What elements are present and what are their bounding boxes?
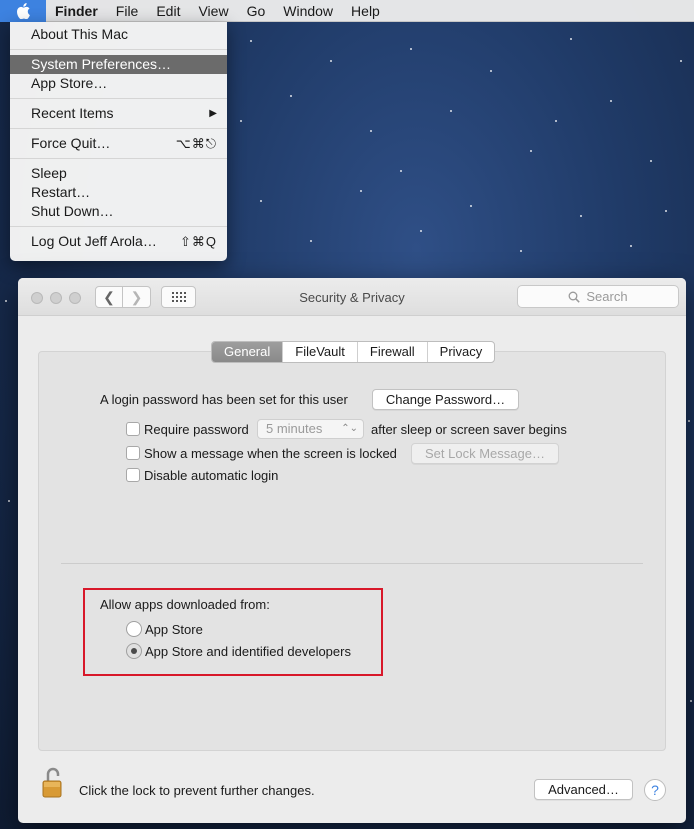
menu-bar: Finder File Edit View Go Window Help [0,0,694,22]
menu-item-sleep[interactable]: Sleep [10,164,227,183]
search-field[interactable]: Search [517,285,679,308]
menu-item-label: Log Out Jeff Arola… [31,233,157,249]
menu-file[interactable]: File [107,0,148,22]
search-icon [568,291,581,303]
menu-go[interactable]: Go [238,0,275,22]
set-lock-message-button[interactable]: Set Lock Message… [411,443,559,464]
menu-item-log-out[interactable]: Log Out Jeff Arola… ⇧⌘Q [10,232,227,251]
disable-auto-login-checkbox[interactable] [126,468,140,482]
menu-item-label: App Store… [31,75,108,91]
show-message-checkbox[interactable] [126,446,140,460]
require-password-label: Require password [144,422,249,437]
menu-item-restart[interactable]: Restart… [10,183,227,202]
menu-help[interactable]: Help [342,0,389,22]
apple-dropdown-menu: About This Mac System Preferences… App S… [10,22,227,261]
lock-status-text: Click the lock to prevent further change… [79,783,315,798]
menu-edit[interactable]: Edit [147,0,189,22]
tab-privacy[interactable]: Privacy [426,342,495,362]
submenu-arrow-icon: ▶ [209,108,217,119]
apple-menu-button[interactable] [0,0,46,22]
shortcut-label: ⇧⌘Q [179,234,217,249]
menu-item-label: Shut Down… [31,203,114,219]
app-store-radio-label: App Store [145,622,203,637]
menu-separator [10,158,227,159]
menu-view[interactable]: View [189,0,237,22]
change-password-button[interactable]: Change Password… [372,389,519,410]
app-store-radio[interactable] [126,621,142,637]
menu-item-recent-items[interactable]: Recent Items ▶ [10,104,227,123]
stepper-arrows-icon: ⌃⌄ [341,423,358,434]
tab-bar: General FileVault Firewall Privacy [211,341,496,363]
menu-item-system-preferences[interactable]: System Preferences… [10,55,227,74]
menu-item-label: Recent Items [31,105,114,121]
tab-general[interactable]: General [212,342,283,362]
allow-apps-label: Allow apps downloaded from: [100,597,270,612]
menu-item-about[interactable]: About This Mac [10,25,227,44]
menu-window[interactable]: Window [274,0,342,22]
require-password-checkbox[interactable] [126,422,140,436]
apple-icon [16,2,30,19]
menu-separator [10,226,227,227]
menu-item-shut-down[interactable]: Shut Down… [10,202,227,221]
require-password-delay-select[interactable]: 5 minutes ⌃⌄ [257,419,364,439]
shortcut-label: ⌥⌘⎋ [175,136,217,151]
menu-separator [10,49,227,50]
select-value: 5 minutes [266,421,323,436]
menu-item-label: Force Quit… [31,135,111,151]
section-divider [61,563,643,564]
show-message-label: Show a message when the screen is locked [144,446,397,461]
identified-developers-radio-label: App Store and identified developers [145,644,351,659]
menu-separator [10,98,227,99]
menu-item-label: System Preferences… [31,56,172,72]
window-titlebar: ❮ ❯ Security & Privacy Search [18,278,686,316]
settings-panel [38,351,666,751]
menu-item-force-quit[interactable]: Force Quit… ⌥⌘⎋ [10,134,227,153]
identified-developers-radio[interactable] [126,643,142,659]
tab-firewall[interactable]: Firewall [356,342,427,362]
menu-item-label: About This Mac [31,26,129,42]
unlocked-padlock-icon[interactable] [42,767,64,799]
search-placeholder: Search [586,289,628,304]
menu-item-label: Sleep [31,165,67,181]
menu-separator [10,128,227,129]
disable-auto-login-label: Disable automatic login [144,468,279,483]
menu-item-app-store[interactable]: App Store… [10,74,227,93]
advanced-button[interactable]: Advanced… [534,779,633,800]
security-privacy-window: ❮ ❯ Security & Privacy Search General Fi… [18,278,686,823]
require-password-suffix: after sleep or screen saver begins [371,422,567,437]
menu-finder[interactable]: Finder [46,0,107,22]
menu-item-label: Restart… [31,184,91,200]
tab-filevault[interactable]: FileVault [282,342,357,362]
help-button[interactable]: ? [644,779,666,801]
password-status-label: A login password has been set for this u… [100,392,348,407]
